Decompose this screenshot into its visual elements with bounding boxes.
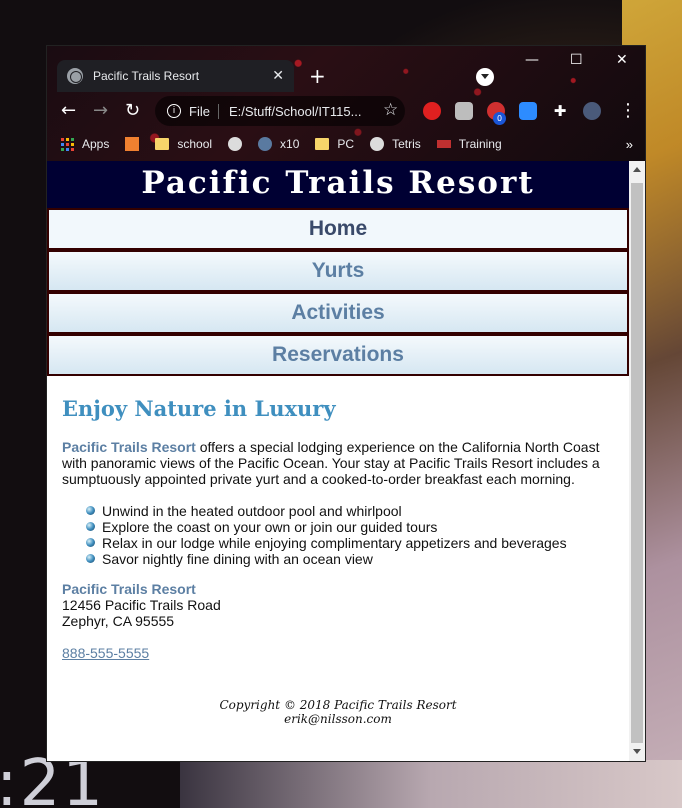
phone-link[interactable]: 888-555-5555 <box>62 645 149 661</box>
address-street: 12456 Pacific Trails Road <box>62 597 221 613</box>
extension-badge: 0 <box>493 112 506 125</box>
folder-icon <box>155 138 170 150</box>
adblock-icon[interactable] <box>423 102 441 120</box>
list-item: Explore the coast on your own or join ou… <box>86 519 614 535</box>
vertical-scrollbar[interactable] <box>629 161 645 761</box>
folder-icon <box>315 138 330 150</box>
site-footer: Copyright © 2018 Pacific Trails Resort e… <box>62 698 614 726</box>
globe-icon <box>370 137 385 151</box>
globe-icon <box>67 68 83 84</box>
toolbar: ← → ↻ i File E:/Stuff/School/IT115... ☆ … <box>47 96 645 128</box>
globe-icon[interactable] <box>228 137 243 151</box>
page-viewport: Pacific Trails Resort Home Yurts Activit… <box>47 161 645 761</box>
back-icon[interactable]: ← <box>61 100 76 121</box>
x10-icon <box>258 137 273 151</box>
address-scheme: File <box>189 103 219 119</box>
info-icon[interactable]: i <box>167 104 181 118</box>
training-icon <box>436 140 451 148</box>
minimize-icon[interactable]: — <box>525 52 539 68</box>
tab-title: Pacific Trails Resort <box>93 69 200 83</box>
address-bar[interactable]: i File E:/Stuff/School/IT115... <box>155 96 405 126</box>
nav-reservations[interactable]: Reservations <box>47 334 629 376</box>
bookmark-label: PC <box>337 137 355 151</box>
brand-name: Pacific Trails Resort <box>62 439 196 455</box>
extension-badge-icon[interactable]: 0 <box>487 102 506 125</box>
bookmark-label: x10 <box>280 137 300 151</box>
bookmark-school[interactable]: school <box>155 137 212 151</box>
bookmark-label: Training <box>458 137 502 151</box>
wallpaper-bottom <box>180 760 682 808</box>
more-bookmarks-icon[interactable]: » <box>626 137 633 152</box>
bookmark-label: Tetris <box>392 137 421 151</box>
nav-activities[interactable]: Activities <box>47 292 629 334</box>
tab-search-icon[interactable] <box>476 68 494 86</box>
nav-home[interactable]: Home <box>47 208 629 250</box>
scroll-down-icon[interactable] <box>633 749 641 754</box>
web-page: Pacific Trails Resort Home Yurts Activit… <box>47 161 629 726</box>
bookmark-training[interactable]: Training <box>436 137 502 151</box>
new-tab-button[interactable]: + <box>309 64 326 88</box>
bookmark-label: school <box>177 137 213 151</box>
scrollbar-thumb[interactable] <box>631 183 643 743</box>
menu-icon[interactable]: ⋮ <box>619 100 637 121</box>
address-name: Pacific Trails Resort <box>62 581 196 597</box>
forward-icon[interactable]: → <box>93 100 108 121</box>
bookmark-label: Apps <box>82 137 110 151</box>
address-city: Zephyr, CA 95555 <box>62 613 175 629</box>
contact-address: Pacific Trails Resort 12456 Pacific Trai… <box>62 581 614 629</box>
scroll-up-icon[interactable] <box>633 167 641 172</box>
intro-paragraph: Pacific Trails Resort offers a special l… <box>62 439 614 487</box>
extensions-puzzle-icon[interactable]: ✚ <box>551 102 569 120</box>
footer-email: erik@nilsson.com <box>284 712 392 726</box>
bookmark-pc[interactable]: PC <box>315 137 354 151</box>
profile-avatar[interactable] <box>583 102 601 120</box>
list-item: Savor nightly fine dining with an ocean … <box>86 551 614 567</box>
browser-tab[interactable]: Pacific Trails Resort ✕ <box>57 60 294 92</box>
page-heading: Enjoy Nature in Luxury <box>62 396 336 421</box>
site-nav: Home Yurts Activities Reservations <box>47 208 629 376</box>
browser-chrome: Pacific Trails Resort ✕ + — ☐ ✕ ← → ↻ i … <box>47 46 645 161</box>
bookmark-tetris[interactable]: Tetris <box>370 137 421 151</box>
bookmark-x10[interactable]: x10 <box>258 137 299 151</box>
main-content: Enjoy Nature in Luxury Pacific Trails Re… <box>47 376 629 726</box>
nav-yurts[interactable]: Yurts <box>47 250 629 292</box>
bookmarks-bar: Apps school x10 PC Tetris Training » <box>47 133 645 155</box>
maximize-icon[interactable]: ☐ <box>570 52 583 68</box>
footer-copyright: Copyright © 2018 Pacific Trails Resort <box>219 698 457 712</box>
browser-window: Pacific Trails Resort ✕ + — ☐ ✕ ← → ↻ i … <box>46 45 646 762</box>
close-window-icon[interactable]: ✕ <box>616 52 628 68</box>
feature-list: Unwind in the heated outdoor pool and wh… <box>86 503 614 567</box>
bookmark-star-icon[interactable]: ☆ <box>383 100 398 120</box>
reload-icon[interactable]: ↻ <box>125 100 140 121</box>
extension-icon[interactable] <box>455 102 473 120</box>
close-tab-icon[interactable]: ✕ <box>272 68 284 84</box>
bookmark-icon[interactable] <box>125 137 140 151</box>
list-item: Relax in our lodge while enjoying compli… <box>86 535 614 551</box>
site-header: Pacific Trails Resort <box>47 161 629 208</box>
address-url[interactable]: E:/Stuff/School/IT115... <box>229 104 361 119</box>
bookmark-apps[interactable]: Apps <box>61 137 109 151</box>
zoom-icon[interactable] <box>519 102 537 120</box>
list-item: Unwind in the heated outdoor pool and wh… <box>86 503 614 519</box>
apps-grid-icon <box>61 137 74 151</box>
